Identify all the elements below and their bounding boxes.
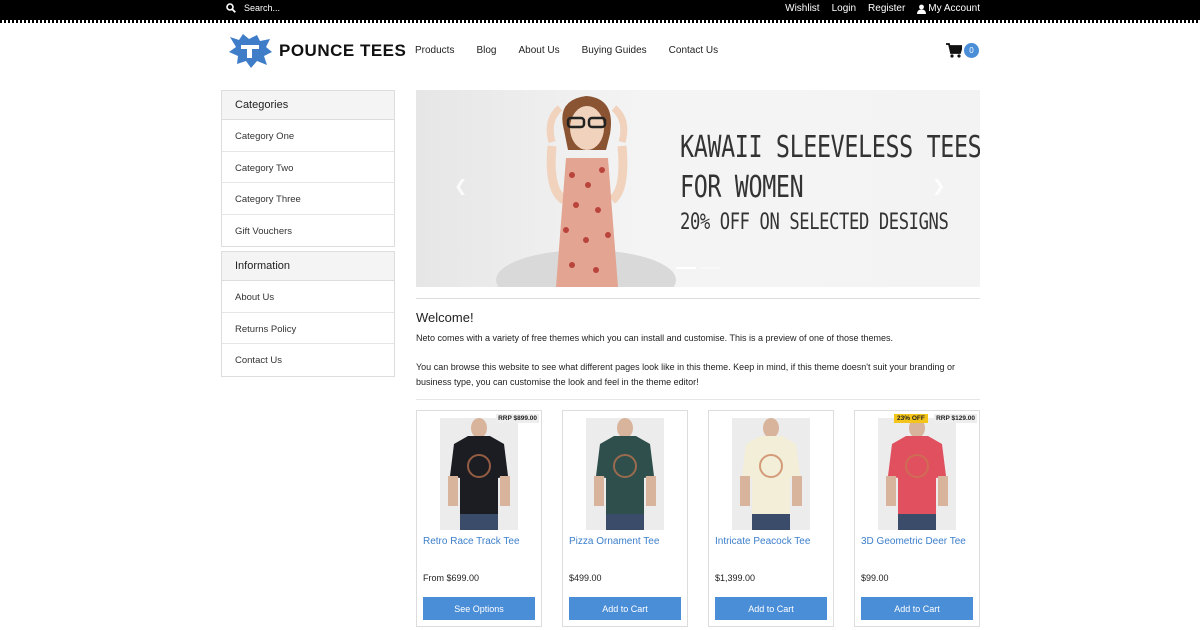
category-three-link[interactable]: Category Three: [222, 183, 394, 215]
categories-panel: Categories Category One Category Two Cat…: [221, 90, 395, 247]
tshirt-image: [732, 418, 810, 530]
about-us-link[interactable]: About Us: [222, 281, 394, 313]
hero-banner[interactable]: ❮ ❯ KAWAII SLEEVELESS TEES FOR WOMEN 20%…: [416, 90, 980, 287]
product-card[interactable]: 23% OFF RRP $129.00 3D Geometric Deer Te…: [854, 410, 980, 627]
contact-us-link[interactable]: Contact Us: [222, 344, 394, 376]
my-account-link[interactable]: My Account: [917, 3, 980, 14]
register-link[interactable]: Register: [868, 3, 905, 14]
login-link[interactable]: Login: [832, 3, 856, 14]
product-card[interactable]: Intricate Peacock Tee $1,399.00 Add to C…: [708, 410, 834, 627]
welcome-paragraph-1: Neto comes with a variety of free themes…: [416, 333, 894, 343]
topbar-edge: [0, 20, 1200, 23]
rrp-badge: RRP $129.00: [934, 414, 977, 423]
cart-count-badge: 0: [964, 43, 979, 58]
product-image[interactable]: [440, 418, 518, 530]
product-image[interactable]: [878, 418, 956, 530]
divider: [416, 298, 980, 299]
gift-vouchers-link[interactable]: Gift Vouchers: [222, 215, 394, 247]
product-name-link[interactable]: Retro Race Track Tee: [423, 536, 520, 547]
tshirt-image: [586, 418, 664, 530]
carousel-dot[interactable]: [700, 267, 720, 269]
search-icon: [226, 3, 236, 13]
carousel-dot[interactable]: [676, 267, 696, 269]
product-image[interactable]: [732, 418, 810, 530]
brand-name: POUNCE TEES: [279, 41, 407, 60]
nav-buying-guides[interactable]: Buying Guides: [582, 45, 647, 56]
welcome-title: Welcome!: [416, 310, 474, 325]
add-to-cart-button[interactable]: Add to Cart: [569, 597, 681, 620]
information-title: Information: [222, 252, 394, 281]
add-to-cart-button[interactable]: Add to Cart: [861, 597, 973, 620]
nav-contact-us[interactable]: Contact Us: [669, 45, 718, 56]
product-price: $99.00: [861, 573, 889, 583]
category-one-link[interactable]: Category One: [222, 120, 394, 152]
brand-logo[interactable]: POUNCE TEES: [227, 33, 406, 69]
product-card[interactable]: RRP $899.00 Retro Race Track Tee From $6…: [416, 410, 542, 627]
user-icon: [917, 4, 927, 14]
main-nav: Products Blog About Us Buying Guides Con…: [415, 45, 740, 56]
tshirt-image: [878, 418, 956, 530]
hero-subtitle: FOR WOMEN: [680, 170, 804, 205]
divider: [416, 399, 980, 400]
search-box[interactable]: Search...: [226, 3, 280, 13]
chevron-right-icon[interactable]: ❯: [932, 176, 945, 196]
search-input[interactable]: Search...: [244, 3, 280, 13]
welcome-paragraph-2: You can browse this website to see what …: [416, 362, 956, 387]
information-panel: Information About Us Returns Policy Cont…: [221, 251, 395, 377]
wishlist-link[interactable]: Wishlist: [785, 3, 819, 14]
hero-offer: 20% OFF ON SELECTED DESIGNS: [680, 210, 949, 235]
product-price: $1,399.00: [715, 573, 756, 583]
chevron-left-icon[interactable]: ❮: [454, 176, 467, 196]
rrp-badge: RRP $899.00: [496, 414, 539, 423]
my-account-label: My Account: [928, 3, 980, 14]
product-name-link[interactable]: 3D Geometric Deer Tee: [861, 536, 966, 547]
categories-title: Categories: [222, 91, 394, 120]
carousel-indicators: [676, 267, 720, 269]
nav-about-us[interactable]: About Us: [518, 45, 559, 56]
returns-policy-link[interactable]: Returns Policy: [222, 313, 394, 344]
discount-badge: 23% OFF: [894, 414, 928, 423]
nav-products[interactable]: Products: [415, 45, 454, 56]
product-name-link[interactable]: Intricate Peacock Tee: [715, 536, 810, 547]
see-options-button[interactable]: See Options: [423, 597, 535, 620]
category-two-link[interactable]: Category Two: [222, 152, 394, 183]
product-price: From $699.00: [423, 573, 480, 583]
hero-title: KAWAII SLEEVELESS TEES: [680, 130, 980, 165]
logo-icon: [229, 34, 272, 68]
tshirt-image: [440, 418, 518, 530]
product-price: $499.00: [569, 573, 602, 583]
add-to-cart-button[interactable]: Add to Cart: [715, 597, 827, 620]
cart-icon: [946, 43, 962, 58]
top-bar: Search... Wishlist Login Register My Acc…: [0, 0, 1200, 22]
cart-button[interactable]: 0: [946, 43, 979, 58]
nav-blog[interactable]: Blog: [476, 45, 496, 56]
product-image[interactable]: [586, 418, 664, 530]
product-card[interactable]: Pizza Ornament Tee $499.00 Add to Cart: [562, 410, 688, 627]
product-name-link[interactable]: Pizza Ornament Tee: [569, 536, 659, 547]
